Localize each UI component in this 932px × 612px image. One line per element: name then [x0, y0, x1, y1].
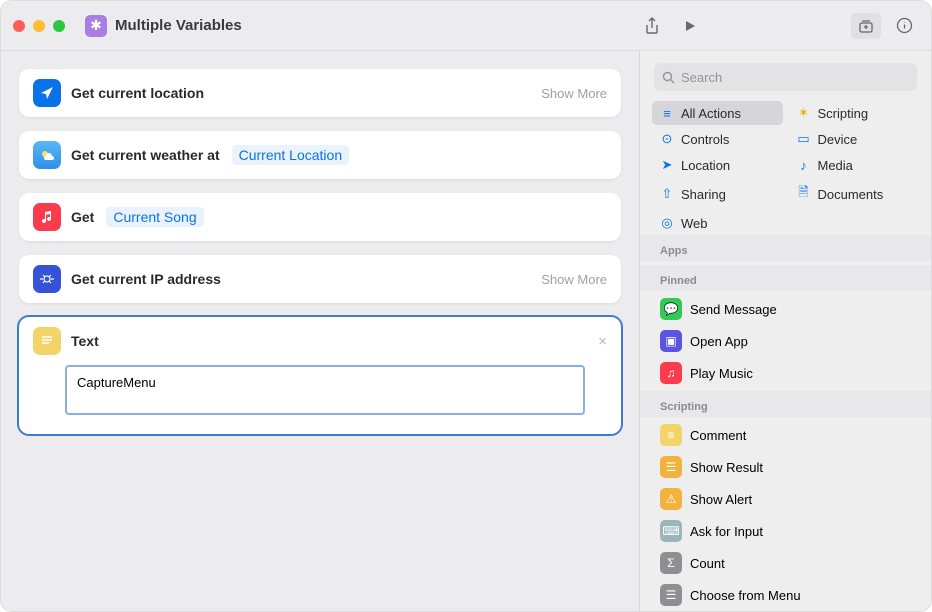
- action-label: Get current weather at: [71, 147, 220, 163]
- category-location[interactable]: ➤Location: [652, 153, 783, 177]
- list-item-icon: 💬: [660, 298, 682, 320]
- category-icon: ♪: [797, 158, 811, 173]
- library-toggle-button[interactable]: [851, 13, 881, 39]
- library-item[interactable]: ΣCount: [652, 547, 919, 579]
- library-item[interactable]: ☰Show Result: [652, 451, 919, 483]
- share-button[interactable]: [637, 13, 667, 39]
- library-item[interactable]: 💬Send Message: [652, 293, 919, 325]
- action-get-location[interactable]: Get current location Show More: [19, 69, 621, 117]
- category-icon: ◎: [660, 215, 674, 231]
- remove-action-button[interactable]: ×: [598, 333, 607, 350]
- library-item[interactable]: ⚙Apple…igurator: [789, 263, 920, 265]
- category-grid: ≡All Actions✶Scripting⊙Controls▭Device➤L…: [640, 101, 931, 235]
- library-item[interactable]: ⚠Show Alert: [652, 483, 919, 515]
- category-documents[interactable]: 🗎Documents: [789, 179, 920, 209]
- show-more-button[interactable]: Show More: [541, 272, 607, 287]
- location-icon: [33, 79, 61, 107]
- section-header-apps: Apps: [640, 235, 931, 261]
- category-icon: 🗎: [797, 183, 811, 205]
- category-icon: ➤: [660, 157, 674, 173]
- category-scripting[interactable]: ✶Scripting: [789, 101, 920, 125]
- category-device[interactable]: ▭Device: [789, 127, 920, 151]
- section-header-pinned: Pinned: [640, 265, 931, 291]
- text-icon: [33, 327, 61, 355]
- library-item[interactable]: ♫Play Music: [652, 357, 919, 389]
- show-more-button[interactable]: Show More: [541, 86, 607, 101]
- text-input[interactable]: [65, 365, 585, 415]
- music-icon: [33, 203, 61, 231]
- library-item[interactable]: AApp Store: [652, 263, 783, 265]
- action-get-ip[interactable]: Get current IP address Show More: [19, 255, 621, 303]
- list-item-icon: ☰: [660, 584, 682, 606]
- action-label: Text: [71, 333, 99, 349]
- action-label: Get current IP address: [71, 271, 221, 287]
- category-icon: ⇧: [660, 186, 674, 202]
- search-placeholder: Search: [681, 70, 722, 85]
- ip-icon: [33, 265, 61, 293]
- category-web[interactable]: ◎Web: [652, 211, 783, 235]
- weather-icon: [33, 141, 61, 169]
- app-window: ✱ Multiple Variables Get current locatio…: [0, 0, 932, 612]
- category-icon: ▭: [797, 131, 811, 147]
- action-label: Get: [71, 209, 94, 225]
- window-title: Multiple Variables: [115, 17, 242, 34]
- close-window-button[interactable]: [13, 20, 25, 32]
- category-sharing[interactable]: ⇧Sharing: [652, 179, 783, 209]
- section-header-scripting: Scripting: [640, 391, 931, 417]
- category-all-actions[interactable]: ≡All Actions: [652, 101, 783, 125]
- info-button[interactable]: [889, 13, 919, 39]
- list-item-icon: ⌨: [660, 520, 682, 542]
- minimize-window-button[interactable]: [33, 20, 45, 32]
- category-icon: ≡: [660, 106, 674, 121]
- workflow-icon: ✱: [85, 15, 107, 37]
- action-get-weather[interactable]: Get current weather at Current Location: [19, 131, 621, 179]
- run-button[interactable]: [675, 13, 705, 39]
- variable-token[interactable]: Current Location: [232, 145, 350, 165]
- search-field[interactable]: Search: [654, 63, 917, 91]
- category-icon: ✶: [797, 105, 811, 121]
- list-item-icon: ☰: [660, 456, 682, 478]
- category-icon: ⊙: [660, 131, 674, 147]
- zoom-window-button[interactable]: [53, 20, 65, 32]
- library-item[interactable]: ▣Open App: [652, 325, 919, 357]
- library-item[interactable]: ⌨Ask for Input: [652, 515, 919, 547]
- action-text[interactable]: Text ×: [19, 317, 621, 434]
- category-controls[interactable]: ⊙Controls: [652, 127, 783, 151]
- action-library-sidebar: Search ≡All Actions✶Scripting⊙Controls▭D…: [639, 51, 931, 611]
- variable-token[interactable]: Current Song: [106, 207, 203, 227]
- action-get-song[interactable]: Get Current Song: [19, 193, 621, 241]
- list-item-icon: Σ: [660, 552, 682, 574]
- list-item-icon: ♫: [660, 362, 682, 384]
- workflow-canvas[interactable]: Get current location Show More Get curre…: [1, 51, 639, 611]
- library-item[interactable]: ☰Choose from Menu: [652, 579, 919, 611]
- titlebar: ✱ Multiple Variables: [1, 1, 931, 51]
- action-label: Get current location: [71, 85, 204, 101]
- library-item[interactable]: ≡Comment: [652, 419, 919, 451]
- category-media[interactable]: ♪Media: [789, 153, 920, 177]
- traffic-lights: [13, 20, 65, 32]
- list-item-icon: ▣: [660, 330, 682, 352]
- list-item-icon: ⚠: [660, 488, 682, 510]
- search-icon: [662, 71, 675, 84]
- list-item-icon: ≡: [660, 424, 682, 446]
